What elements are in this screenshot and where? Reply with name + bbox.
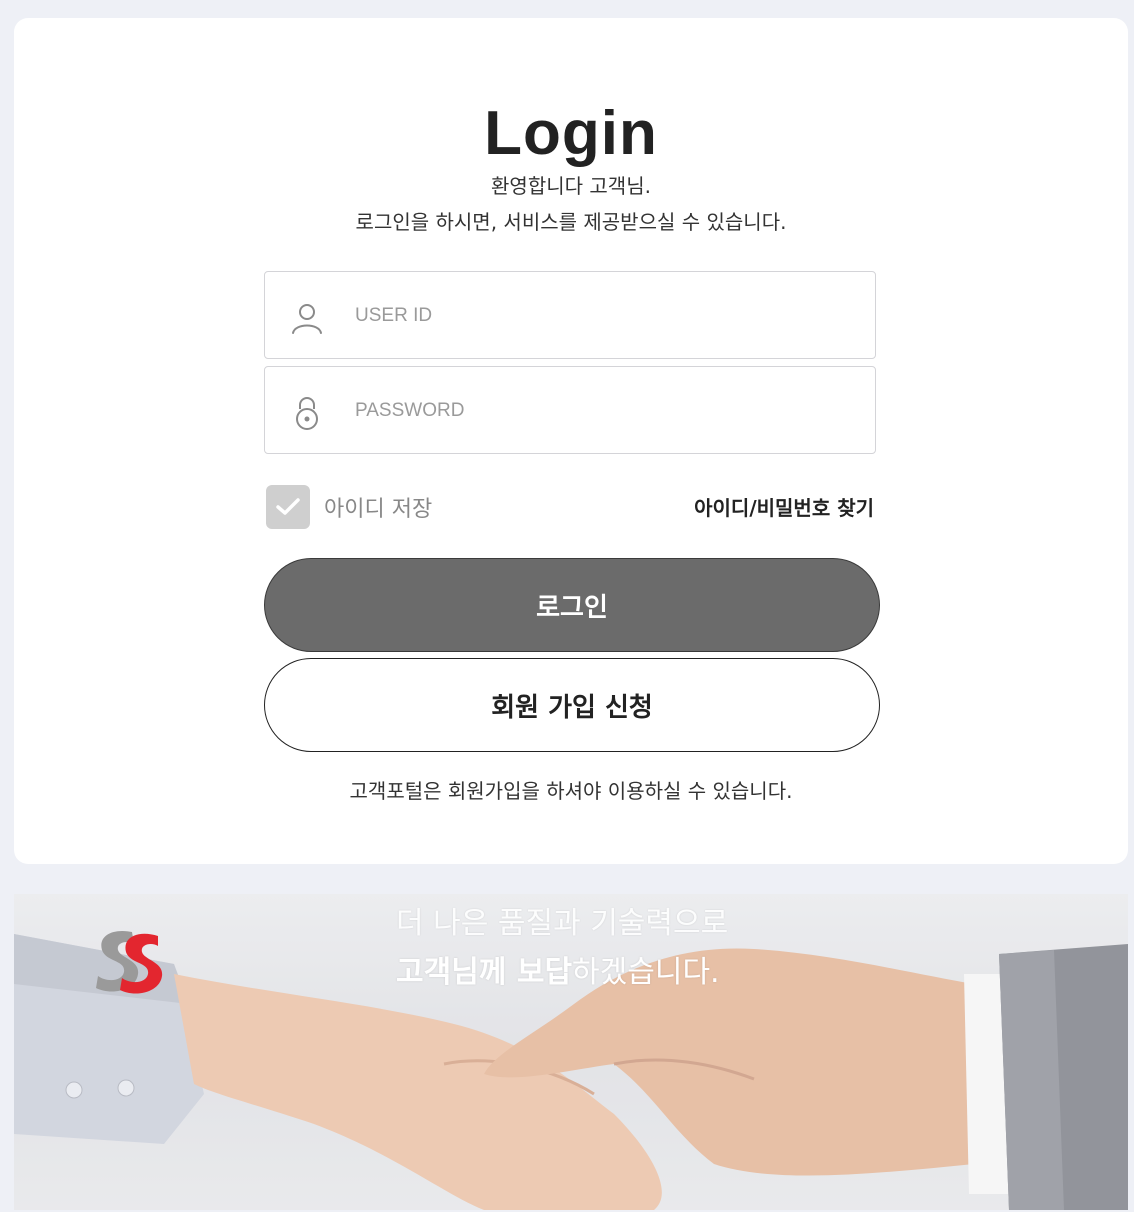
login-button[interactable]: 로그인 xyxy=(264,558,880,652)
login-card: Login 환영합니다 고객님. 로그인을 하시면, 서비스를 제공받으실 수 … xyxy=(14,18,1128,864)
user-icon xyxy=(292,304,322,334)
slogan-emphasis: 고객님께 보답 xyxy=(396,955,573,990)
slogan-line-2: 고객님께 보답하겠습니다. xyxy=(396,948,728,998)
remember-id-toggle[interactable]: 아이디 저장 xyxy=(266,485,432,529)
check-icon xyxy=(276,498,300,515)
remember-checkbox[interactable] xyxy=(266,485,310,529)
welcome-line-2: 로그인을 하시면, 서비스를 제공받으실 수 있습니다. xyxy=(355,210,787,234)
userid-input[interactable] xyxy=(353,292,857,340)
company-logo xyxy=(96,930,163,994)
userid-field[interactable] xyxy=(264,271,876,359)
slogan-line-1: 더 나은 품질과 기술력으로 xyxy=(396,906,729,941)
banner-image: 더 나은 품질과 기술력으로 고객님께 보답하겠습니다. xyxy=(14,894,1128,1210)
slogan-line-2-rest: 하겠습니다. xyxy=(572,955,720,990)
join-button[interactable]: 회원 가입 신청 xyxy=(264,658,880,752)
password-field[interactable] xyxy=(264,366,876,454)
find-id-password-link[interactable]: 아이디/비밀번호 찾기 xyxy=(694,492,874,521)
password-input[interactable] xyxy=(353,387,857,435)
page-title: Login xyxy=(484,99,658,168)
lock-icon xyxy=(296,397,318,430)
remember-label: 아이디 저장 xyxy=(324,497,433,522)
welcome-message: 환영합니다 고객님. 로그인을 하시면, 서비스를 제공받으실 수 있습니다. xyxy=(14,168,1128,240)
signup-notice: 고객포털은 회원가입을 하셔야 이용하실 수 있습니다. xyxy=(349,779,793,803)
welcome-line-1: 환영합니다 고객님. xyxy=(491,174,651,198)
banner-slogan: 더 나은 품질과 기술력으로 고객님께 보답하겠습니다. xyxy=(396,900,728,998)
